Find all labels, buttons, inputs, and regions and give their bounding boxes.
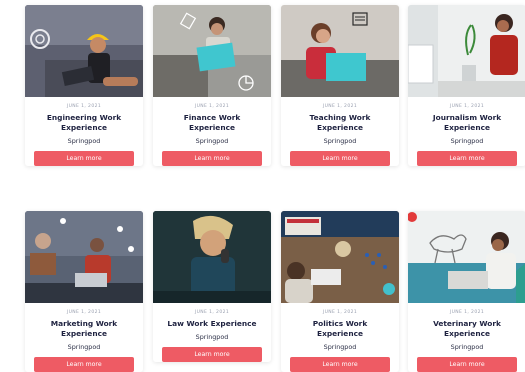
card-image-politics[interactable] (281, 211, 399, 303)
card-date: JUNE 1, 2021 (449, 310, 485, 315)
learn-more-button[interactable]: Learn more (162, 151, 262, 166)
card-organisation: Springpod (195, 137, 229, 145)
card-date: JUNE 1, 2021 (194, 310, 230, 315)
learn-more-button[interactable]: Learn more (417, 151, 517, 166)
card-title: Journalism Work Experience (432, 113, 502, 132)
card-title: Teaching Work Experience (309, 113, 371, 132)
course-card-finance[interactable]: JUNE 1, 2021 Finance Work Experience Spr… (153, 5, 271, 166)
course-card-journalism[interactable]: JUNE 1, 2021 Journalism Work Experience … (408, 5, 525, 166)
course-card-marketing[interactable]: JUNE 1, 2021 Marketing Work Experience S… (25, 211, 143, 372)
card-organisation: Springpod (195, 333, 229, 341)
card-title: Politics Work Experience (312, 319, 368, 338)
card-image-teaching[interactable] (281, 5, 399, 97)
card-date: JUNE 1, 2021 (449, 104, 485, 109)
course-card-veterinary[interactable]: JUNE 1, 2021 Veterinary Work Experience … (408, 211, 525, 372)
card-title: Veterinary Work Experience (433, 319, 501, 338)
card-date: JUNE 1, 2021 (66, 310, 102, 315)
course-card-politics[interactable]: JUNE 1, 2021 Politics Work Experience Sp… (281, 211, 399, 372)
card-organisation: Springpod (323, 343, 357, 351)
learn-more-button[interactable]: Learn more (162, 347, 262, 362)
card-image-finance[interactable] (153, 5, 271, 97)
card-organisation: Springpod (67, 137, 101, 145)
card-image-engineering[interactable] (25, 5, 143, 97)
card-date: JUNE 1, 2021 (66, 104, 102, 109)
card-title: Law Work Experience (167, 319, 257, 328)
card-organisation: Springpod (323, 137, 357, 145)
course-card-teaching[interactable]: JUNE 1, 2021 Teaching Work Experience Sp… (281, 5, 399, 166)
course-card-engineering[interactable]: JUNE 1, 2021 Engineering Work Experience… (25, 5, 143, 166)
card-organisation: Springpod (67, 343, 101, 351)
card-image-journalism[interactable] (408, 5, 525, 97)
card-title: Engineering Work Experience (46, 113, 122, 132)
card-organisation: Springpod (450, 137, 484, 145)
card-image-law[interactable] (153, 211, 271, 303)
card-image-veterinary[interactable] (408, 211, 525, 303)
card-title: Finance Work Experience (183, 113, 241, 132)
card-organisation: Springpod (450, 343, 484, 351)
card-image-marketing[interactable] (25, 211, 143, 303)
card-title: Marketing Work Experience (50, 319, 118, 338)
card-date: JUNE 1, 2021 (322, 310, 358, 315)
learn-more-button[interactable]: Learn more (290, 151, 390, 166)
card-date: JUNE 1, 2021 (322, 104, 358, 109)
learn-more-button[interactable]: Learn more (34, 151, 134, 166)
course-card-law[interactable]: JUNE 1, 2021 Law Work Experience Springp… (153, 211, 271, 362)
card-date: JUNE 1, 2021 (194, 104, 230, 109)
